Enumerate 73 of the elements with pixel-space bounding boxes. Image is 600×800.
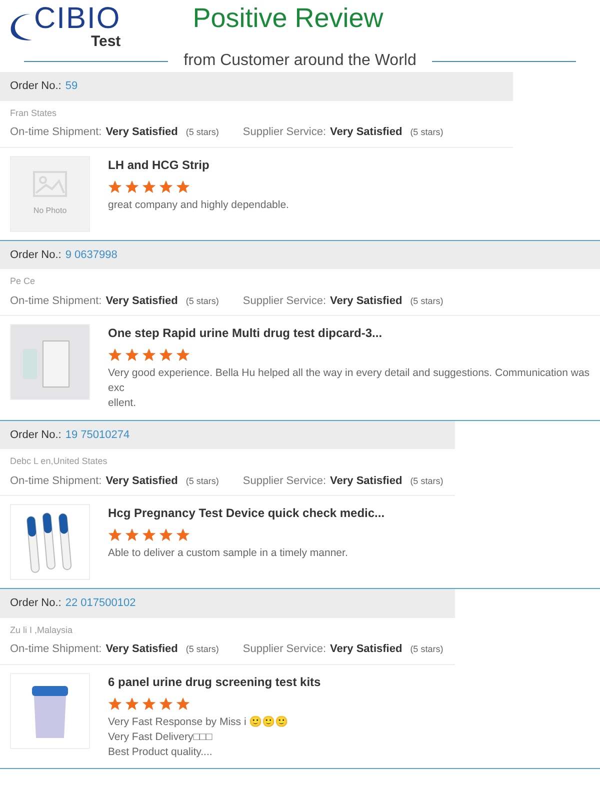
- star-icon: [142, 180, 156, 194]
- order-number: 19 75010274: [65, 428, 130, 441]
- rating-label: Supplier Service:: [242, 474, 326, 489]
- order-label: Order No.:: [10, 597, 62, 610]
- page-title: Positive Review: [192, 3, 384, 33]
- product-title: 6 panel urine drug screening test kits: [108, 674, 321, 691]
- review-comment: Very Fast Response by Miss i 🙂🙂🙂: [108, 714, 290, 730]
- rating-value: Very Satisfied: [330, 125, 402, 140]
- star-icon: [176, 696, 190, 711]
- order-number: 59: [65, 80, 78, 92]
- star-icon: [125, 696, 139, 711]
- rating-label: Supplier Service:: [242, 294, 326, 308]
- rating-value: Very Satisfied: [330, 474, 402, 489]
- star-icon: [108, 348, 122, 362]
- rating-value: Very Satisfied: [330, 294, 402, 308]
- logo-text: CIBIO: [34, 4, 121, 34]
- star-icon: [176, 180, 190, 194]
- star-icon: [159, 180, 173, 194]
- order-label: Order No.:: [10, 80, 62, 92]
- star-icon: [125, 528, 139, 542]
- rating-label: On-time Shipment:: [10, 294, 102, 308]
- image-icon: [33, 170, 67, 196]
- product-title: Hcg Pregnancy Test Device quick check medic...: [108, 505, 385, 522]
- review-comment: ellent.: [108, 396, 138, 412]
- star-icon: [159, 528, 173, 542]
- star-count: (5 stars): [410, 126, 444, 139]
- star-icon: [142, 696, 156, 711]
- star-icon: [159, 696, 173, 711]
- customer-name: Fran States: [10, 106, 58, 120]
- star-icon: [176, 528, 190, 542]
- review-comment: great company and highly dependable.: [108, 198, 289, 212]
- order-label: Order No.:: [10, 248, 62, 260]
- review-comment: Very Fast Delivery□□□: [108, 730, 214, 745]
- rating-label: Supplier Service:: [242, 125, 326, 140]
- logo-subtext: Test: [90, 34, 121, 49]
- rating-value: Very Satisfied: [106, 474, 178, 489]
- star-count: (5 stars): [410, 294, 444, 308]
- star-icon: [142, 528, 156, 542]
- customer-name: Pe Ce: [10, 275, 36, 288]
- review-comment: Best Product quality....: [108, 745, 214, 760]
- no-photo-label: No Photo: [33, 204, 67, 216]
- rating-label: Supplier Service:: [242, 642, 326, 658]
- rating-label: On-time Shipment:: [10, 474, 102, 489]
- rating-value: Very Satisfied: [106, 294, 178, 308]
- star-icon: [159, 348, 173, 362]
- product-title: One step Rapid urine Multi drug test dipcard-3...: [108, 325, 384, 342]
- order-label: Order No.:: [10, 428, 62, 441]
- page-subtitle: from Customer around the World: [184, 51, 416, 71]
- rating-value: Very Satisfied: [106, 642, 178, 658]
- customer-name: Zu li I ,Malaysia: [10, 624, 74, 637]
- star-icon: [176, 348, 190, 362]
- star-icon: [108, 180, 122, 194]
- star-count: (5 stars): [186, 474, 219, 488]
- rating-value: Very Satisfied: [330, 642, 402, 658]
- star-count: (5 stars): [186, 126, 219, 139]
- star-count: (5 stars): [186, 294, 219, 308]
- rating-label: On-time Shipment:: [10, 125, 102, 140]
- order-number: 22 017500102: [65, 597, 136, 610]
- rating-value: Very Satisfied: [106, 125, 178, 140]
- star-count: (5 stars): [410, 474, 444, 488]
- customer-name: Debc L en,United States: [10, 455, 108, 468]
- swoosh-logo-icon: [8, 12, 32, 42]
- review-comment: Able to deliver a custom sample in a timely manner.: [108, 546, 349, 562]
- order-number: 9 0637998: [65, 248, 118, 260]
- star-icon: [108, 528, 122, 542]
- star-count: (5 stars): [186, 643, 219, 656]
- product-title: LH and HCG Strip: [108, 156, 210, 174]
- star-icon: [142, 348, 156, 362]
- star-icon: [108, 696, 122, 711]
- star-icon: [125, 180, 139, 194]
- star-icon: [125, 348, 139, 362]
- star-count: (5 stars): [410, 643, 444, 656]
- rating-label: On-time Shipment:: [10, 642, 102, 658]
